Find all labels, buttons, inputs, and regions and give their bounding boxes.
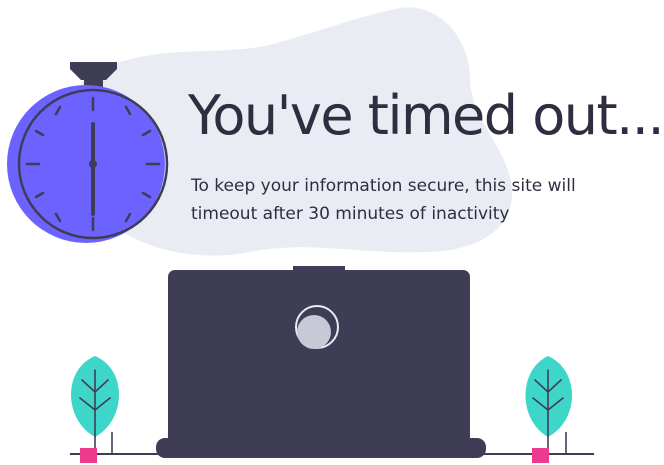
plant-icon: [70, 356, 120, 463]
plant-pot: [80, 448, 97, 463]
plant-icon: [525, 356, 572, 463]
page-title: You've timed out...: [188, 84, 664, 147]
laptop-icon: [156, 266, 486, 458]
plant-pot: [532, 448, 549, 463]
stopwatch-pivot: [89, 160, 97, 168]
timeout-message: To keep your information secure, this si…: [191, 176, 576, 224]
laptop-lid: [168, 270, 470, 448]
laptop-base: [156, 438, 486, 458]
timeout-illustration: [7, 7, 594, 463]
